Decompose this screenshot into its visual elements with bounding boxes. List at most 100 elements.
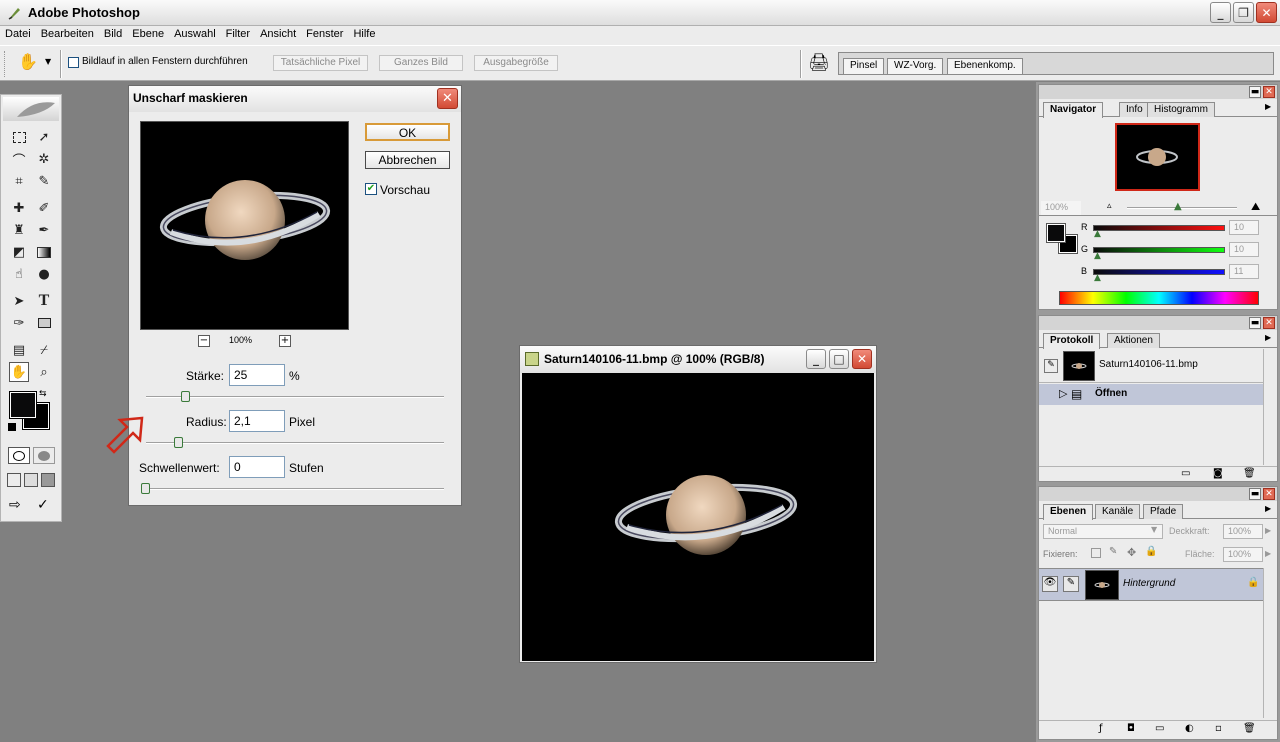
- hand-tool-preset-icon[interactable]: ✋: [18, 52, 38, 71]
- filter-preview[interactable]: [140, 121, 349, 330]
- pen-tool-icon[interactable]: ✑: [9, 313, 29, 333]
- slice-tool-icon[interactable]: ✎: [34, 171, 54, 191]
- green-slider-thumb[interactable]: ▲: [1094, 251, 1101, 261]
- preset-dropdown-icon[interactable]: ▼: [45, 57, 51, 66]
- print-size-button[interactable]: Ausgabegröße: [474, 55, 558, 71]
- notes-tool-icon[interactable]: ▤: [9, 340, 29, 360]
- opacity-value[interactable]: 100%: [1223, 524, 1263, 539]
- blue-slider-thumb[interactable]: ▲: [1094, 273, 1101, 283]
- layer-style-icon[interactable]: ƒ: [1099, 723, 1103, 734]
- toolbox-header[interactable]: [3, 97, 59, 121]
- opacity-arrow-icon[interactable]: ▶: [1265, 526, 1271, 535]
- blur-tool-icon[interactable]: ☝: [9, 264, 29, 284]
- navigator-minimize-button[interactable]: ▬: [1249, 86, 1261, 98]
- menu-bearbeiten[interactable]: Bearbeiten: [36, 26, 99, 40]
- lock-position-icon[interactable]: ✥: [1127, 546, 1136, 559]
- radius-slider-thumb[interactable]: [174, 437, 183, 448]
- menu-ebene[interactable]: Ebene: [127, 26, 169, 40]
- layer-row-hintergrund[interactable]: 👁 ✎ Hintergrund 🔒: [1039, 568, 1263, 601]
- fill-arrow-icon[interactable]: ▶: [1265, 549, 1271, 558]
- preview-checkbox[interactable]: ✔: [365, 183, 377, 195]
- menu-filter[interactable]: Filter: [221, 26, 255, 40]
- dodge-tool-icon[interactable]: ●: [34, 264, 54, 284]
- eyedropper-tool-icon[interactable]: ⌿: [34, 340, 54, 360]
- layer-mask-icon[interactable]: ◘: [1127, 723, 1135, 734]
- red-slider-thumb[interactable]: ▲: [1094, 229, 1101, 239]
- new-layer-icon[interactable]: ▫: [1215, 723, 1222, 734]
- tab-histogramm[interactable]: Histogramm: [1147, 102, 1215, 117]
- doc-minimize-button[interactable]: _: [806, 349, 826, 369]
- lock-all-icon[interactable]: 🔒: [1145, 546, 1157, 557]
- tab-protokoll[interactable]: Protokoll: [1043, 333, 1101, 349]
- layer-brush-icon[interactable]: ✎: [1063, 576, 1079, 592]
- lasso-tool-icon[interactable]: ⌒: [9, 149, 29, 169]
- healing-brush-tool-icon[interactable]: ✚: [9, 198, 29, 218]
- navigator-menu-icon[interactable]: ▶: [1265, 102, 1271, 111]
- clone-stamp-tool-icon[interactable]: ♜: [9, 220, 29, 240]
- lock-transparency-icon[interactable]: [1091, 548, 1101, 558]
- navigator-zoom-thumb[interactable]: ▲: [1174, 201, 1182, 212]
- layers-scrollbar[interactable]: [1263, 568, 1277, 718]
- foreground-color-swatch[interactable]: [9, 391, 37, 419]
- radius-slider-track[interactable]: [146, 442, 444, 444]
- document-canvas[interactable]: [522, 373, 874, 661]
- fill-value[interactable]: 100%: [1223, 547, 1263, 562]
- navigator-panel-grip[interactable]: [1039, 85, 1277, 99]
- navigator-thumbnail[interactable]: [1115, 123, 1200, 191]
- maximize-button[interactable]: ❐: [1233, 2, 1254, 23]
- radius-input[interactable]: 2,1: [229, 410, 285, 432]
- type-tool-icon[interactable]: T: [34, 291, 54, 311]
- red-value[interactable]: 10: [1229, 220, 1259, 235]
- blend-mode-select[interactable]: Normal: [1043, 524, 1163, 539]
- navigator-close-button[interactable]: ✕: [1263, 86, 1275, 98]
- menu-datei[interactable]: Datei: [0, 26, 36, 40]
- history-brush-tool-icon[interactable]: ✒: [34, 220, 54, 240]
- default-colors-icon[interactable]: [8, 423, 16, 431]
- amount-input[interactable]: 25: [229, 364, 285, 386]
- layers-panel-grip[interactable]: [1039, 487, 1277, 501]
- minimize-button[interactable]: _: [1210, 2, 1231, 23]
- threshold-slider-track[interactable]: [146, 488, 444, 490]
- well-tab-ebenenkomp[interactable]: Ebenenkomp.: [947, 58, 1023, 74]
- move-tool-icon[interactable]: ➚: [34, 127, 54, 147]
- history-step-row[interactable]: ▷ ▤ Öffnen: [1039, 384, 1263, 405]
- close-button[interactable]: ✕: [1256, 2, 1277, 23]
- threshold-slider-thumb[interactable]: [141, 483, 150, 494]
- doc-close-button[interactable]: ✕: [852, 349, 872, 369]
- history-scrollbar[interactable]: [1263, 349, 1277, 465]
- standard-mode-button[interactable]: [8, 447, 30, 464]
- path-selection-tool-icon[interactable]: ➤: [9, 291, 29, 311]
- menu-fenster[interactable]: Fenster: [301, 26, 348, 40]
- threshold-input[interactable]: 0: [229, 456, 285, 478]
- screen-mode-full-icon[interactable]: [41, 473, 55, 487]
- well-tab-pinsel[interactable]: Pinsel: [843, 58, 885, 74]
- menu-ansicht[interactable]: Ansicht: [255, 26, 301, 40]
- hand-tool-icon[interactable]: ✋: [9, 362, 29, 382]
- navigator-zoom-slider[interactable]: [1127, 207, 1237, 209]
- zoom-out-mountain-icon[interactable]: ▵: [1107, 201, 1112, 211]
- green-value[interactable]: 10: [1229, 242, 1259, 257]
- gradient-tool-icon[interactable]: [34, 242, 54, 262]
- color-fg-swatch[interactable]: [1046, 223, 1066, 243]
- layers-close-button[interactable]: ✕: [1263, 488, 1275, 500]
- jump-to-imageready-icon[interactable]: ⇨: [9, 497, 21, 513]
- history-snapshot-row[interactable]: ✎ Saturn140106-11.bmp: [1039, 349, 1263, 383]
- history-close-button[interactable]: ✕: [1263, 317, 1275, 329]
- delete-layer-icon[interactable]: 🗑: [1243, 723, 1256, 734]
- red-channel-bar[interactable]: [1093, 225, 1225, 231]
- history-panel-grip[interactable]: [1039, 316, 1277, 330]
- marquee-tool-icon[interactable]: [9, 127, 29, 147]
- magic-wand-tool-icon[interactable]: ✲: [34, 149, 54, 169]
- tab-kanaele[interactable]: Kanäle: [1095, 504, 1141, 519]
- imageready-icon[interactable]: ✓: [37, 497, 49, 513]
- menu-bild[interactable]: Bild: [99, 26, 127, 40]
- brush-tool-icon[interactable]: ✐: [34, 198, 54, 218]
- swap-colors-icon[interactable]: ⇆: [39, 389, 47, 399]
- new-group-icon[interactable]: ▭: [1155, 723, 1164, 734]
- lock-pixels-icon[interactable]: ✎: [1109, 546, 1117, 557]
- well-tab-wz-vorg[interactable]: WZ-Vorg.: [887, 58, 944, 74]
- layers-minimize-button[interactable]: ▬: [1249, 488, 1261, 500]
- shape-tool-icon[interactable]: [34, 313, 54, 333]
- zoom-out-button[interactable]: −: [198, 335, 210, 347]
- navigator-zoom-value[interactable]: 100%: [1041, 201, 1081, 216]
